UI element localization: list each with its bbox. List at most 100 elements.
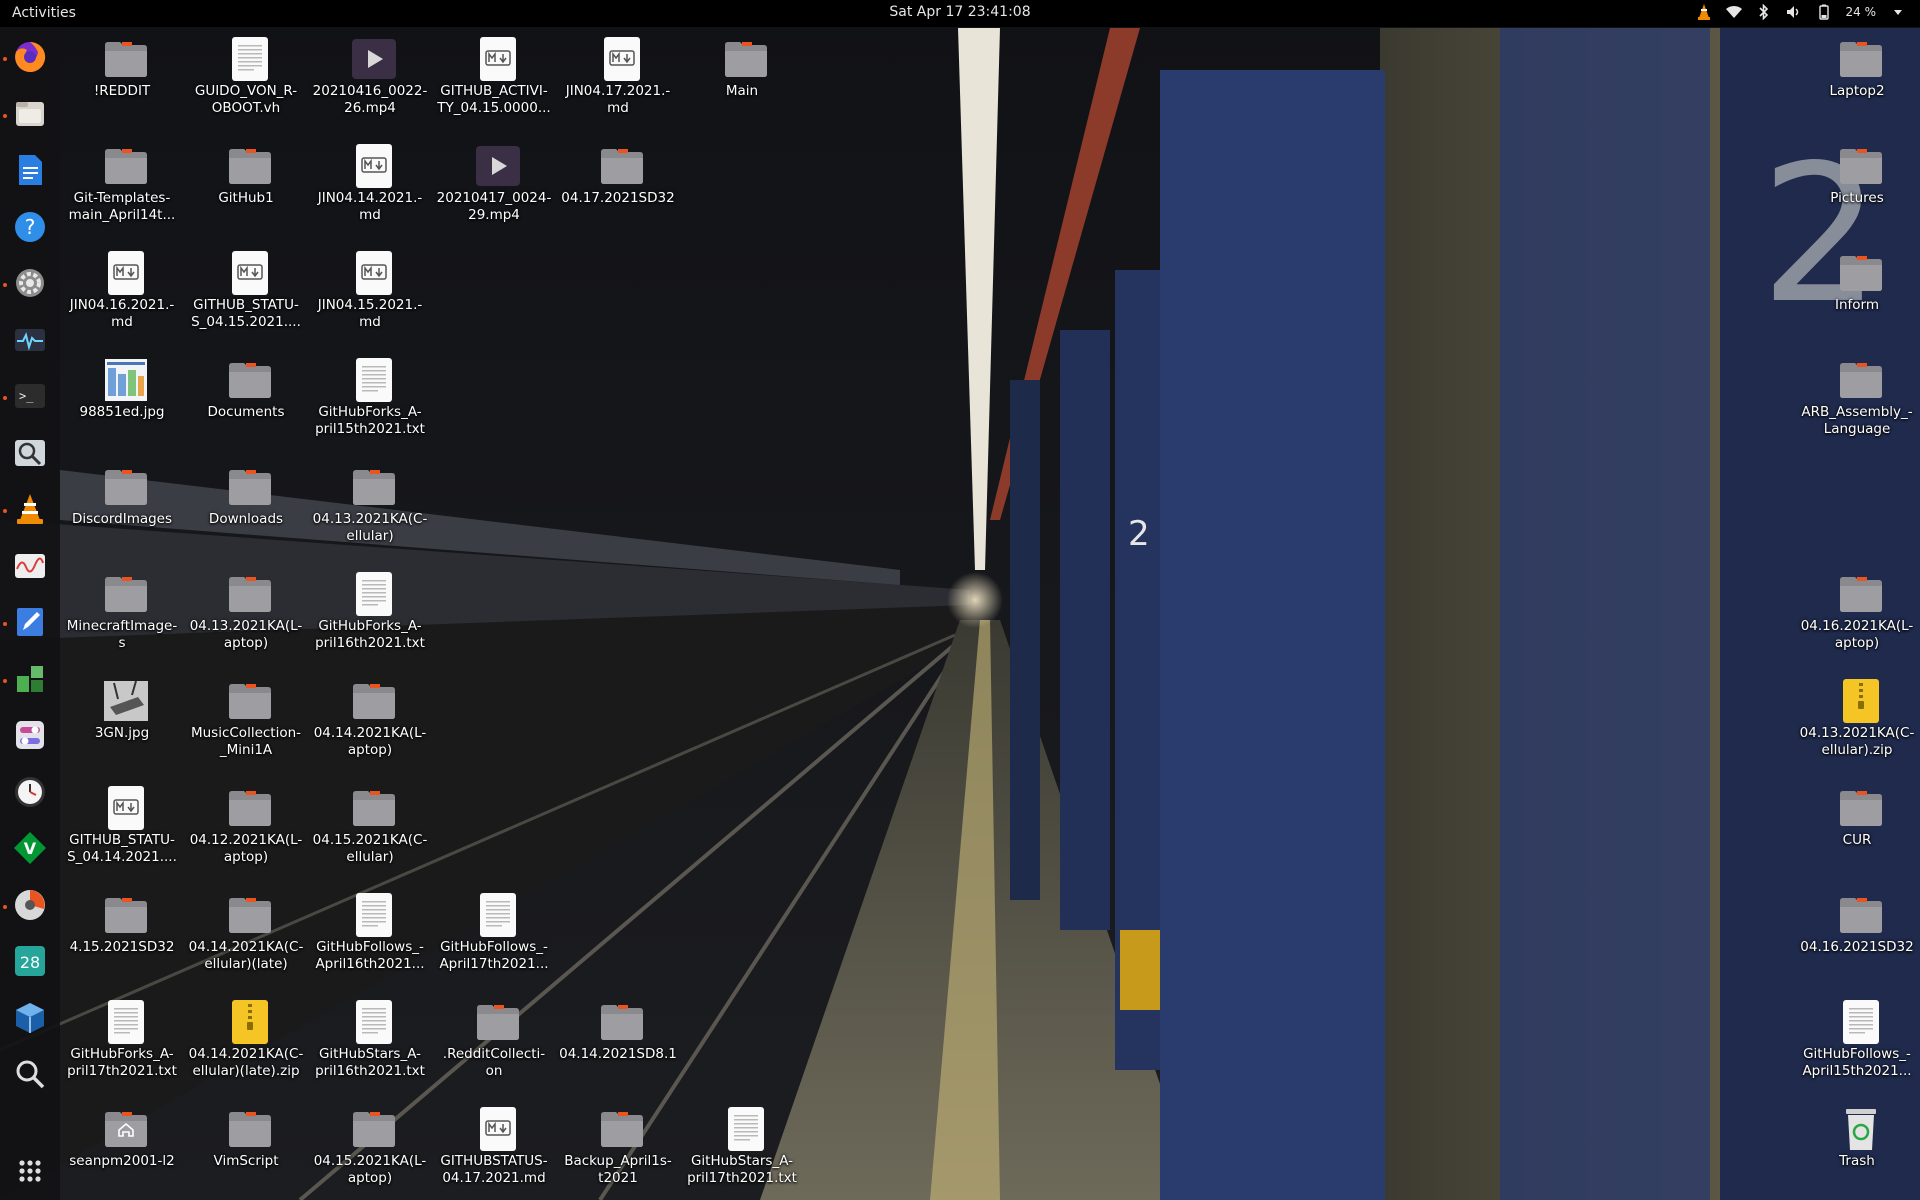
- desktop-icon-04-12-2021ka-l-aptop[interactable]: 04.12.2021KA(L- aptop): [186, 776, 306, 876]
- dock-item-clock[interactable]: [12, 776, 48, 812]
- desktop-icon-github-activi-ty-04-15-0000[interactable]: GITHUB_ACTIVI- TY_04.15.0000...: [434, 27, 554, 127]
- desktop-icon-04-14-2021ka-c-ellular-late-zip[interactable]: 04.14.2021KA(C- ellular)(late).zip: [186, 990, 306, 1090]
- writer-document-icon: [13, 153, 47, 191]
- dock-item-help[interactable]: ?: [12, 211, 48, 247]
- dock-item-writer-document[interactable]: [12, 154, 48, 190]
- text-icon: [350, 998, 398, 1046]
- text-icon: [474, 891, 522, 939]
- desktop-icon-githubforks-a-pril17th2021-txt[interactable]: GitHubForks_A- pril17th2021.txt: [62, 990, 182, 1090]
- clock-label[interactable]: Sat Apr 17 23:41:08: [889, 4, 1030, 20]
- desktop-icon-git-templates-main-april14t[interactable]: Git-Templates- main_April14t...: [62, 134, 182, 234]
- running-indicator: [3, 396, 7, 400]
- battery-icon[interactable]: [1816, 3, 1832, 21]
- desktop-icon-discordimages[interactable]: DiscordImages: [62, 455, 182, 555]
- desktop-icon-label: Documents: [207, 404, 285, 420]
- desktop-icon-githubforks-a-pril16th2021-txt[interactable]: GitHubForks_A- pril16th2021.txt: [310, 562, 430, 662]
- bluetooth-icon[interactable]: [1756, 3, 1772, 21]
- activity-chart-icon: [13, 549, 47, 587]
- desktop-icon-label: 04.12.2021KA(L- aptop): [189, 832, 303, 865]
- desktop-icon-githubfollows-april15th2021[interactable]: GitHubFollows_- April15th2021...: [1797, 990, 1917, 1090]
- settings-gear-icon: [13, 266, 47, 304]
- desktop-icon-label: GitHubFollows_- April15th2021...: [1802, 1046, 1912, 1079]
- desktop-icon-trash[interactable]: Trash: [1797, 1097, 1917, 1197]
- folder-icon: [350, 784, 398, 832]
- desktop-icon-20210417-0024-29-mp4[interactable]: 20210417_0024- 29.mp4: [434, 134, 554, 234]
- desktop-icon-04-14-2021ka-c-ellular-late[interactable]: 04.14.2021KA(C- ellular)(late): [186, 883, 306, 983]
- video-icon: [350, 35, 398, 83]
- desktop-icon-githubstatus-04-17-2021-md[interactable]: GITHUBSTATUS- 04.17.2021.md: [434, 1097, 554, 1197]
- desktop-icon-githubforks-a-pril15th2021-txt[interactable]: GitHubForks_A- pril15th2021.txt: [310, 348, 430, 448]
- battery-percentage[interactable]: 24 %: [1846, 5, 1877, 19]
- desktop-icon-redditcollecti-on[interactable]: .RedditCollecti- on: [434, 990, 554, 1090]
- dock-item-image-viewer[interactable]: [12, 437, 48, 473]
- desktop-icon-3gn-jpg[interactable]: 3GN.jpg: [62, 669, 182, 769]
- desktop-icon-githubfollows-april17th2021[interactable]: GitHubFollows_- April17th2021...: [434, 883, 554, 983]
- show-applications-button[interactable]: [12, 1155, 48, 1191]
- desktop-icon-04-14-2021ka-l-aptop[interactable]: 04.14.2021KA(L- aptop): [310, 669, 430, 769]
- desktop-icon-label: GitHubForks_A- pril17th2021.txt: [67, 1046, 177, 1079]
- desktop-icon-reddit[interactable]: !REDDIT: [62, 27, 182, 127]
- dock-item-extensions-puzzle[interactable]: [12, 663, 48, 699]
- desktop-icon-minecraftimage-s[interactable]: MinecraftImage- s: [62, 562, 182, 662]
- desktop-icon-github-statu-s-04-15-2021[interactable]: GITHUB_STATU- S_04.15.2021....: [186, 241, 306, 341]
- dock-item-calendar[interactable]: 28: [12, 945, 48, 981]
- dock-item-activity-chart[interactable]: [12, 550, 48, 586]
- desktop-icon-04-13-2021ka-c-ellular-zip[interactable]: 04.13.2021KA(C- ellular).zip: [1797, 669, 1917, 769]
- desktop-icon-arb-assembly-language[interactable]: ARB_Assembly_- Language: [1797, 348, 1917, 448]
- desktop-icon-githubfollows-april16th2021[interactable]: GitHubFollows_- April16th2021...: [310, 883, 430, 983]
- desktop-icon-jin04-16-2021-md[interactable]: JIN04.16.2021.- md: [62, 241, 182, 341]
- chevron-down-icon[interactable]: [1890, 3, 1906, 21]
- desktop-icon-pictures[interactable]: Pictures: [1797, 134, 1917, 234]
- dock-item-vlc-cone[interactable]: [12, 493, 48, 529]
- desktop-icon-04-15-2021ka-l-aptop[interactable]: 04.15.2021KA(L- aptop): [310, 1097, 430, 1197]
- vlc-tray-icon[interactable]: [1696, 3, 1712, 21]
- dock-item-terminal[interactable]: >_: [12, 380, 48, 416]
- desktop-icon-jin04-14-2021-md[interactable]: JIN04.14.2021.- md: [310, 134, 430, 234]
- dock-item-system-monitor[interactable]: [12, 324, 48, 360]
- volume-icon[interactable]: [1786, 3, 1802, 21]
- desktop-icon-label: 98851ed.jpg: [79, 404, 165, 420]
- desktop-icon-documents[interactable]: Documents: [186, 348, 306, 448]
- desktop-icon-04-15-2021ka-c-ellular[interactable]: 04.15.2021KA(C- ellular): [310, 776, 430, 876]
- dock-item-virtualbox[interactable]: [12, 1002, 48, 1038]
- desktop-icon-laptop2[interactable]: Laptop2: [1797, 27, 1917, 127]
- desktop-icon-04-13-2021ka-c-ellular[interactable]: 04.13.2021KA(C- ellular): [310, 455, 430, 555]
- dock-item-settings-gear[interactable]: [12, 267, 48, 303]
- desktop-icon-githubstars-a-pril17th2021-txt[interactable]: GitHubStars_A- pril17th2021.txt: [682, 1097, 802, 1197]
- desktop-icon-vimscript[interactable]: VimScript: [186, 1097, 306, 1197]
- desktop-icon-jin04-15-2021-md[interactable]: JIN04.15.2021.- md: [310, 241, 430, 341]
- desktop-icon-guido-von-r-oboot-vh[interactable]: GUIDO_VON_R- OBOOT.vh: [186, 27, 306, 127]
- desktop-icon-4-15-2021sd32[interactable]: 4.15.2021SD32: [62, 883, 182, 983]
- desktop-icon-downloads[interactable]: Downloads: [186, 455, 306, 555]
- desktop-icon-githubstars-a-pril16th2021-txt[interactable]: GitHubStars_A- pril16th2021.txt: [310, 990, 430, 1090]
- dock-item-files[interactable]: [12, 98, 48, 134]
- desktop-icon-98851ed-jpg[interactable]: 98851ed.jpg: [62, 348, 182, 448]
- dock-item-tweaks[interactable]: [12, 719, 48, 755]
- desktop-icon-04-16-2021ka-l-aptop[interactable]: 04.16.2021KA(L- aptop): [1797, 562, 1917, 662]
- dock-item-firefox[interactable]: [12, 41, 48, 77]
- desktop-icon-04-17-2021sd32[interactable]: 04.17.2021SD32: [558, 134, 678, 234]
- desktop-icon-inform[interactable]: Inform: [1797, 241, 1917, 341]
- desktop-icon-04-13-2021ka-l-aptop[interactable]: 04.13.2021KA(L- aptop): [186, 562, 306, 662]
- desktop-icon-04-14-2021sd8-1[interactable]: 04.14.2021SD8.1: [558, 990, 678, 1090]
- desktop-icon-github-statu-s-04-14-2021[interactable]: GITHUB_STATU- S_04.14.2021....: [62, 776, 182, 876]
- dock-item-disk-usage[interactable]: [12, 889, 48, 925]
- desktop-icon-backup-april1s-t2021[interactable]: Backup_April1s- t2021: [558, 1097, 678, 1197]
- wifi-icon[interactable]: [1725, 3, 1742, 21]
- desktop-icon-label: DiscordImages: [71, 511, 173, 527]
- desktop-icon-jin04-17-2021-md[interactable]: JIN04.17.2021.- md: [558, 27, 678, 127]
- desktop-icon-seanpm2001-l2[interactable]: seanpm2001-l2: [62, 1097, 182, 1197]
- desktop-icon-musiccollection-mini1a[interactable]: MusicCollection- _Mini1A: [186, 669, 306, 769]
- markdown-icon: [226, 249, 274, 297]
- dock-item-search[interactable]: [12, 1058, 48, 1094]
- dock-item-vim[interactable]: V: [12, 832, 48, 868]
- desktop-icon-github1[interactable]: GitHub1: [186, 134, 306, 234]
- dock-item-text-editor[interactable]: [12, 606, 48, 642]
- help-icon: ?: [13, 210, 47, 248]
- desktop-icon-04-16-2021sd32[interactable]: 04.16.2021SD32: [1797, 883, 1917, 983]
- desktop-icon-20210416-0022-26-mp4[interactable]: 20210416_0022- 26.mp4: [310, 27, 430, 127]
- image-device-icon: [102, 677, 150, 725]
- desktop-icon-cur[interactable]: CUR: [1797, 776, 1917, 876]
- desktop-icon-main[interactable]: Main: [682, 27, 802, 127]
- folder-icon: [102, 142, 150, 190]
